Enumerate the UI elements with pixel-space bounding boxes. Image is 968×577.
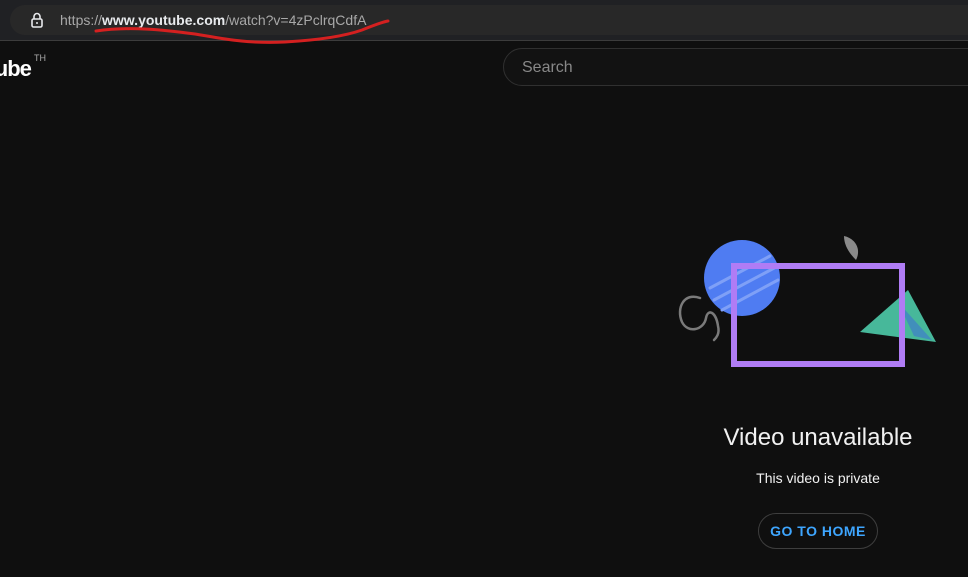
logo-wordmark: Tube: [0, 56, 32, 81]
url-scheme: https://: [60, 12, 103, 28]
blue-circle-shape: [704, 240, 780, 316]
error-subtitle: This video is private: [756, 470, 880, 486]
youtube-logo[interactable]: Tube TH: [0, 52, 60, 82]
url-host: www.youtube.com: [102, 12, 226, 28]
gray-leaf-shape: [844, 236, 859, 260]
green-triangle-shape: [860, 290, 936, 342]
browser-address-bar: https://www.youtube.com/watch?v=4zPclrqC…: [0, 0, 968, 41]
error-title: Video unavailable: [723, 424, 913, 451]
country-code: TH: [34, 53, 46, 63]
url-text[interactable]: https://www.youtube.com/watch?v=4zPclrqC…: [60, 11, 366, 29]
go-to-home-button[interactable]: GO TO HOME: [758, 513, 878, 549]
lock-icon[interactable]: [30, 12, 44, 28]
error-illustration: [678, 236, 936, 367]
url-path: /watch?v=4zPclrqCdfA: [225, 12, 367, 28]
search-input[interactable]: [520, 49, 964, 87]
search-box[interactable]: [503, 48, 968, 87]
curl-squiggle-shape: [678, 295, 720, 342]
